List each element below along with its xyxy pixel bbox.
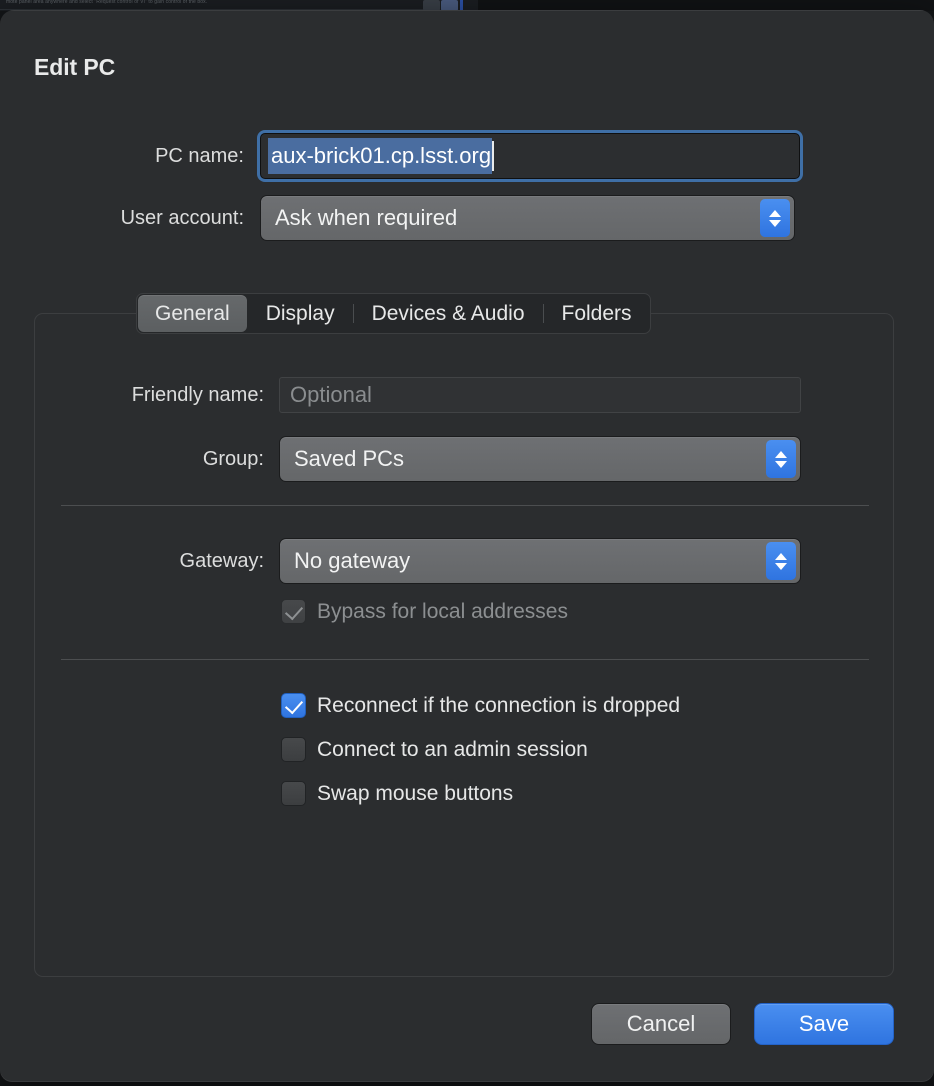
bypass-local-addresses-label: Bypass for local addresses <box>317 600 568 624</box>
reconnect-label: Reconnect if the connection is dropped <box>317 694 680 718</box>
chevron-updown-icon[interactable] <box>766 440 796 478</box>
group-label: Group: <box>47 448 279 471</box>
friendly-name-row: Friendly name: Optional <box>47 377 801 413</box>
edit-pc-sheet: Edit PC PC name: aux-brick01.cp.lsst.org… <box>0 10 934 1082</box>
gateway-row: Gateway: No gateway <box>47 538 801 584</box>
pc-name-row: PC name: aux-brick01.cp.lsst.org <box>34 133 800 179</box>
gateway-value: No gateway <box>280 548 410 574</box>
chevron-down-icon <box>775 563 787 570</box>
chevron-up-icon <box>769 210 781 217</box>
group-row: Group: Saved PCs <box>47 436 801 482</box>
checkbox-unchecked-icon <box>281 737 306 762</box>
checkbox-checked-icon <box>281 693 306 718</box>
chevron-updown-icon[interactable] <box>766 542 796 580</box>
chevron-up-icon <box>775 553 787 560</box>
chevron-updown-icon[interactable] <box>760 199 790 237</box>
group-select[interactable]: Saved PCs <box>279 436 801 482</box>
friendly-name-input[interactable]: Optional <box>279 377 801 413</box>
tab-separator <box>353 304 354 323</box>
friendly-name-label: Friendly name: <box>47 384 279 407</box>
backdrop-hint-text: mote panel area anywhere and select "Req… <box>6 0 207 5</box>
checkmark-icon <box>285 602 303 621</box>
tab-devices-audio[interactable]: Devices & Audio <box>355 295 542 332</box>
checkbox-checked-disabled-icon <box>281 599 306 624</box>
save-button[interactable]: Save <box>754 1003 894 1045</box>
swap-mouse-buttons-checkbox[interactable]: Swap mouse buttons <box>281 781 513 806</box>
user-account-value: Ask when required <box>261 205 457 231</box>
tab-bar: General Display Devices & Audio Folders <box>136 293 651 334</box>
tab-content-general: Friendly name: Optional Group: Saved PCs… <box>34 313 894 977</box>
pc-name-label: PC name: <box>34 145 260 168</box>
admin-session-checkbox[interactable]: Connect to an admin session <box>281 737 588 762</box>
text-caret <box>492 141 494 171</box>
page-title: Edit PC <box>34 54 115 81</box>
friendly-name-placeholder: Optional <box>280 382 372 408</box>
chevron-down-icon <box>775 461 787 468</box>
tab-general[interactable]: General <box>138 295 247 332</box>
tab-separator <box>543 304 544 323</box>
user-account-row: User account: Ask when required <box>34 195 795 241</box>
checkbox-unchecked-icon <box>281 781 306 806</box>
reconnect-checkbox[interactable]: Reconnect if the connection is dropped <box>281 693 680 718</box>
dialog-footer: Cancel Save <box>591 1003 894 1045</box>
swap-mouse-buttons-label: Swap mouse buttons <box>317 782 513 806</box>
admin-session-label: Connect to an admin session <box>317 738 588 762</box>
pc-name-value: aux-brick01.cp.lsst.org <box>268 138 492 174</box>
checkmark-icon <box>285 696 303 715</box>
chevron-down-icon <box>769 220 781 227</box>
cancel-button[interactable]: Cancel <box>591 1003 731 1045</box>
chevron-up-icon <box>775 451 787 458</box>
user-account-select[interactable]: Ask when required <box>260 195 795 241</box>
user-account-label: User account: <box>34 207 260 230</box>
gateway-select[interactable]: No gateway <box>279 538 801 584</box>
bypass-local-addresses-checkbox: Bypass for local addresses <box>281 599 568 624</box>
group-value: Saved PCs <box>280 446 404 472</box>
gateway-label: Gateway: <box>47 550 279 573</box>
tab-display[interactable]: Display <box>249 295 352 332</box>
tab-folders[interactable]: Folders <box>545 295 649 332</box>
section-divider <box>61 505 869 506</box>
section-divider <box>61 659 869 660</box>
pc-name-input[interactable]: aux-brick01.cp.lsst.org <box>260 133 800 179</box>
